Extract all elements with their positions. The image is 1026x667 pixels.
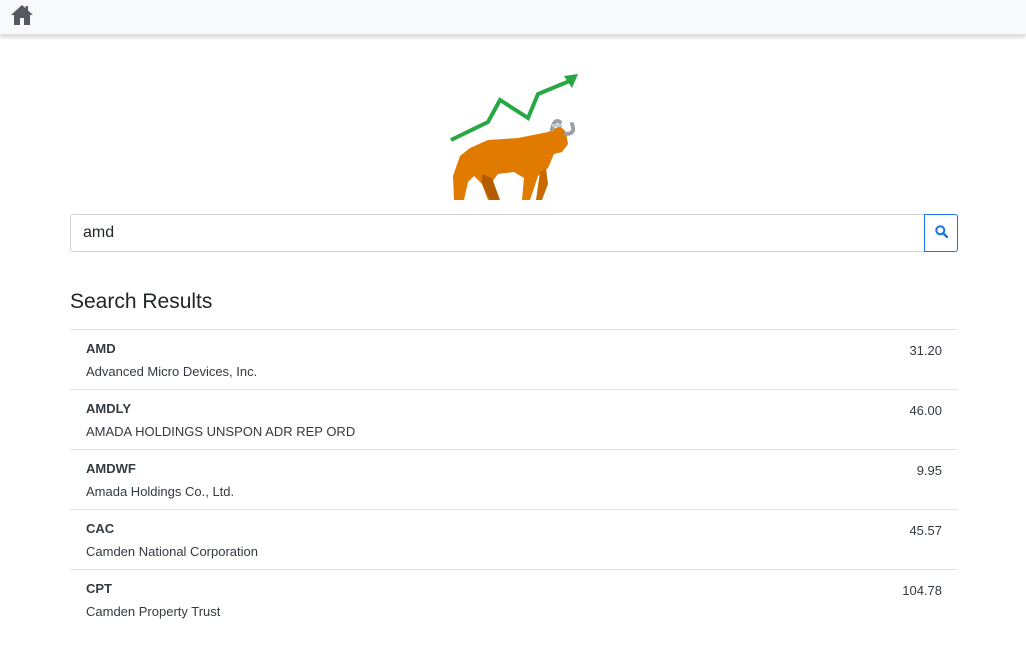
search-results-list: AMD Advanced Micro Devices, Inc. 31.20 A… xyxy=(70,329,958,629)
search-bar xyxy=(70,214,958,252)
search-button[interactable] xyxy=(924,214,958,252)
home-icon[interactable] xyxy=(10,4,34,26)
result-item[interactable]: AMDWF Amada Holdings Co., Ltd. 9.95 xyxy=(70,450,958,510)
result-item[interactable]: AMDLY AMADA HOLDINGS UNSPON ADR REP ORD … xyxy=(70,390,958,450)
search-results-title: Search Results xyxy=(70,290,213,313)
result-symbol: AMD xyxy=(86,341,116,356)
result-symbol: AMDLY xyxy=(86,401,132,416)
result-company-name: Camden Property Trust xyxy=(86,604,221,619)
result-symbol: CAC xyxy=(86,521,115,536)
result-company-name: Camden National Corporation xyxy=(86,544,258,559)
result-company-name: Amada Holdings Co., Ltd. xyxy=(86,484,235,499)
result-price: 104.78 xyxy=(902,583,942,598)
result-item[interactable]: AMD Advanced Micro Devices, Inc. 31.20 xyxy=(70,330,958,390)
search-input[interactable] xyxy=(70,214,925,252)
result-symbol: CPT xyxy=(86,581,112,596)
top-navbar xyxy=(0,0,1026,35)
result-price: 46.00 xyxy=(909,403,942,418)
result-item[interactable]: CPT Camden Property Trust 104.78 xyxy=(70,570,958,629)
bull-market-logo xyxy=(448,72,580,200)
result-company-name: AMADA HOLDINGS UNSPON ADR REP ORD xyxy=(86,424,356,439)
result-symbol: AMDWF xyxy=(86,461,136,476)
result-price: 9.95 xyxy=(916,463,942,478)
result-company-name: Advanced Micro Devices, Inc. xyxy=(86,364,258,379)
search-icon xyxy=(934,225,948,241)
result-price: 31.20 xyxy=(909,343,942,358)
result-price: 45.57 xyxy=(909,523,942,538)
result-item[interactable]: CAC Camden National Corporation 45.57 xyxy=(70,510,958,570)
